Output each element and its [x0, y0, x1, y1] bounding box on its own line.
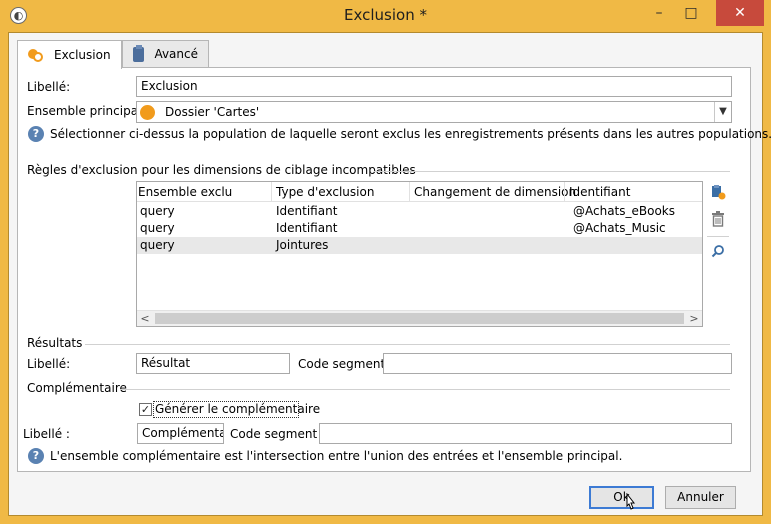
complement-code-label: Code segment : [230, 427, 326, 441]
chevron-down-icon[interactable]: ▼ [714, 102, 731, 122]
results-code-input[interactable] [383, 353, 732, 374]
results-libelle-label: Libellé: [27, 357, 71, 371]
toolbar-divider [707, 236, 729, 237]
rules-section-title: Règles d'exclusion pour les dimensions d… [27, 163, 416, 177]
table-row[interactable]: query Jointures [137, 237, 702, 254]
column-separator[interactable] [409, 182, 410, 202]
complement-divider [120, 389, 730, 390]
results-code-label: Code segment: [298, 357, 390, 371]
complement-code-input[interactable] [319, 423, 732, 444]
tab-avance[interactable]: Avancé [122, 40, 209, 67]
dialog-client: Exclusion Avancé Libellé: Exclusion Ense… [8, 32, 771, 516]
ensemble-principal-value: Dossier 'Cartes' [165, 105, 260, 119]
complement-checkbox[interactable]: ✓ [139, 403, 152, 416]
mouse-pointer-icon [626, 493, 636, 510]
ensemble-principal-select[interactable]: Dossier 'Cartes' ▼ [136, 101, 732, 123]
complement-help-text: L'ensemble complémentaire est l'intersec… [50, 449, 623, 463]
column-header[interactable]: Identifiant [569, 185, 630, 199]
folder-dot-icon [140, 105, 155, 120]
cell-ensemble: query [140, 238, 175, 252]
column-separator[interactable] [564, 182, 565, 202]
title-bar[interactable]: ◐ Exclusion * – □ ✕ [0, 0, 771, 32]
trash-icon [712, 211, 724, 227]
scroll-left-icon[interactable]: < [137, 311, 153, 326]
column-separator[interactable] [271, 182, 272, 202]
add-icon [712, 185, 726, 200]
complement-checkbox-label[interactable]: Générer le complémentaire [155, 402, 320, 416]
table-row[interactable]: query Identifiant @Achats_Music [137, 220, 702, 237]
cell-ensemble: query [140, 204, 175, 218]
scroll-right-icon[interactable]: > [686, 311, 702, 326]
exclusion-panel: Libellé: Exclusion Ensemble principal: D… [17, 67, 771, 472]
close-button[interactable]: ✕ [716, 0, 764, 26]
dialog-window: ◐ Exclusion * – □ ✕ Exclusion Avancé Lib… [0, 0, 771, 524]
complement-libelle-input[interactable]: Complémentair [137, 423, 224, 444]
cell-ensemble: query [140, 221, 175, 235]
tab-exclusion[interactable]: Exclusion [17, 40, 122, 69]
results-divider [85, 344, 730, 345]
clipboard-icon [133, 44, 145, 62]
add-rule-button[interactable] [709, 184, 727, 202]
help-icon: ? [28, 126, 44, 142]
results-section-title: Résultats [27, 336, 83, 350]
cell-type: Jointures [276, 238, 329, 252]
table-row[interactable]: query Identifiant @Achats_eBooks [137, 203, 702, 220]
help-icon: ? [28, 448, 44, 464]
cell-type: Identifiant [276, 221, 338, 235]
table-header: Ensemble exclu Type d'exclusion Changeme… [137, 182, 702, 202]
delete-rule-button[interactable] [709, 211, 727, 229]
results-libelle-input[interactable]: Résultat [136, 353, 290, 374]
cancel-button[interactable]: Annuler [665, 486, 736, 509]
complement-libelle-label: Libellé : [23, 427, 70, 441]
search-rule-button[interactable] [709, 244, 727, 262]
column-header[interactable]: Type d'exclusion [276, 185, 374, 199]
minimize-button[interactable]: – [644, 0, 674, 26]
ok-button[interactable]: Ok [589, 486, 654, 509]
tab-exclusion-label: Exclusion [54, 48, 111, 62]
cell-identifiant: @Achats_eBooks [573, 204, 676, 218]
magnifier-icon [711, 245, 724, 258]
cell-type: Identifiant [276, 204, 338, 218]
ensemble-principal-label: Ensemble principal: [27, 104, 146, 118]
help-text: Sélectionner ci-dessus la population de … [50, 127, 771, 141]
column-header[interactable]: Changement de dimension [414, 185, 576, 199]
column-header[interactable]: Ensemble exclu [138, 185, 232, 199]
scroll-thumb[interactable] [155, 313, 684, 324]
exclusion-icon [28, 47, 44, 63]
rules-table[interactable]: Ensemble exclu Type d'exclusion Changeme… [136, 181, 703, 327]
complement-section-title: Complémentaire [27, 381, 127, 395]
rules-divider [374, 171, 730, 172]
maximize-button[interactable]: □ [676, 0, 706, 26]
libelle-input[interactable]: Exclusion [136, 76, 732, 97]
horizontal-scrollbar[interactable]: < > [137, 310, 702, 326]
tab-avance-label: Avancé [154, 47, 198, 61]
libelle-label: Libellé: [27, 80, 71, 94]
cell-identifiant: @Achats_Music [573, 221, 666, 235]
